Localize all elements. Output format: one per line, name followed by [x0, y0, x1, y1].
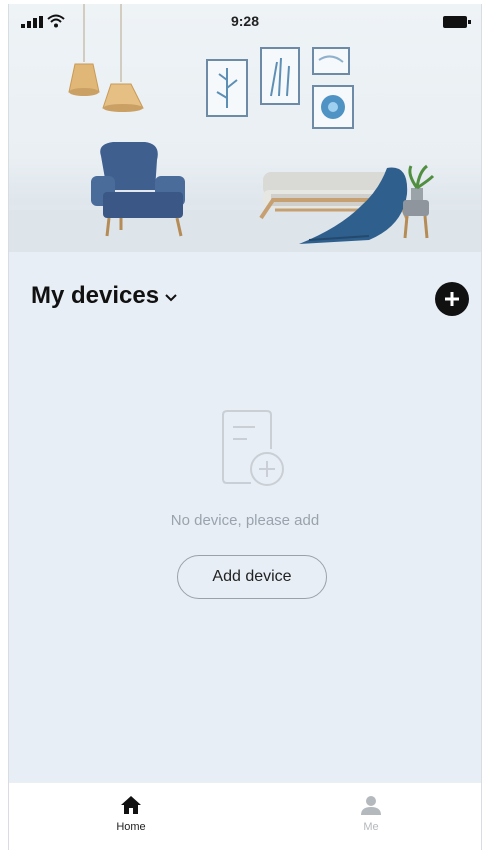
empty-state-message: No device, please add: [170, 512, 320, 529]
home-selector[interactable]: My devices: [31, 282, 177, 310]
tab-me[interactable]: Me: [331, 795, 411, 833]
devices-header: My devices: [9, 272, 481, 322]
person-icon: [361, 796, 381, 815]
app-screen: 9:28 My devices No device, please add Ad…: [8, 4, 482, 850]
chevron-down-icon: [165, 294, 177, 302]
status-bar: 9:28: [9, 4, 481, 38]
status-time: 9:28: [230, 13, 260, 29]
tab-me-label: Me: [363, 821, 379, 833]
tab-home-label: Home: [116, 821, 146, 833]
battery-icon: [443, 16, 471, 28]
add-device-button[interactable]: Add device: [177, 555, 327, 599]
room-banner-image: [9, 4, 481, 252]
bottom-tab-bar: Home Me: [9, 782, 481, 850]
home-icon: [121, 796, 141, 814]
add-icon-button[interactable]: [435, 282, 469, 316]
empty-device-icon: [222, 410, 284, 486]
tab-home[interactable]: Home: [91, 795, 171, 833]
page-title: My devices: [31, 282, 160, 309]
